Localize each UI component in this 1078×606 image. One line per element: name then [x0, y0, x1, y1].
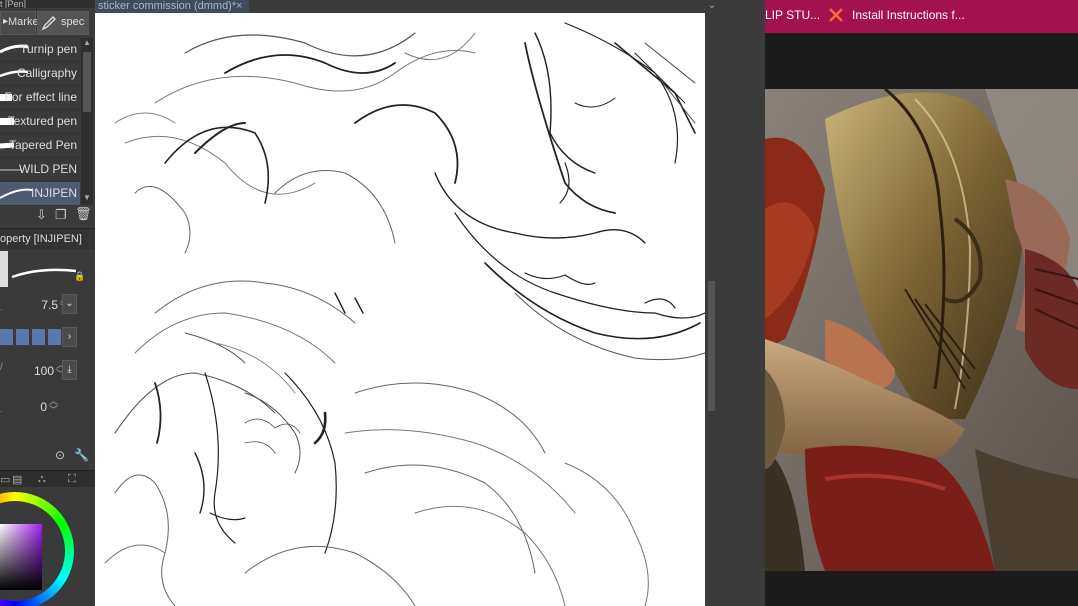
duplicate-icon[interactable]: ❐ — [55, 207, 67, 223]
brush-size-value[interactable]: 7.5 — [41, 298, 58, 312]
tool-property-header: operty [INJIPEN] — [0, 228, 95, 249]
lock-icon[interactable]: 🔒 — [74, 271, 85, 282]
extra-value[interactable]: 0 — [40, 400, 47, 414]
brush-item-calligraphy[interactable]: Calligraphy — [0, 62, 80, 86]
scrollbar-thumb[interactable] — [83, 52, 91, 112]
marker-tab-label: Marke — [8, 16, 39, 28]
canvas-scrollbar-thumb[interactable] — [708, 281, 715, 411]
extra-stepper-icon[interactable]: ︿ ﹀ — [49, 397, 58, 415]
swatch-tab-icon[interactable]: ▤ — [12, 473, 22, 486]
download-icon[interactable]: ⇩ — [36, 207, 47, 223]
drawing-canvas[interactable] — [95, 13, 705, 606]
document-tab[interactable]: sticker commission (dmmd)* × — [95, 0, 249, 13]
brush-preview-stroke — [11, 268, 77, 279]
brush-label: Tapered Pen — [8, 138, 77, 152]
spec-tab-label: spec — [61, 16, 85, 28]
brush-label: WILD PEN — [18, 162, 77, 176]
marker-tab[interactable]: ▸ Marke — [0, 11, 39, 35]
spec-tab[interactable]: spec — [37, 11, 89, 35]
reference-painting — [765, 89, 1078, 571]
extra-value-row[interactable]: . 0 ︿ ﹀ — [0, 394, 80, 420]
brush-list-scrollbar[interactable]: ▲ ▼ — [81, 38, 93, 205]
brush-preview: 🔒 — [0, 251, 95, 287]
brush-item-turnip[interactable]: Turnip pen — [0, 38, 80, 62]
saturation-box[interactable] — [0, 524, 42, 590]
scroll-up-icon: ▲ — [83, 38, 91, 47]
tab-menu-chevron-icon[interactable]: ⌄ — [705, 0, 719, 13]
site-logo-icon — [829, 8, 843, 22]
download-value-icon[interactable]: ⤓ — [62, 360, 77, 380]
sub-tool-panel: t [Pen] ▸ Marke spec Turnip pen Calligra… — [0, 0, 95, 606]
brush-item-textured[interactable]: Textured pen — [0, 110, 80, 134]
close-icon[interactable]: × — [236, 0, 242, 12]
pen-icon — [41, 16, 56, 31]
tool-property-title: operty [INJIPEN] — [0, 233, 82, 245]
sketch-drawing — [104, 22, 705, 606]
history-tab-icon[interactable]: ⛶ — [68, 473, 76, 486]
trash-icon[interactable]: 🗑 — [75, 206, 92, 222]
brush-preview-swatch — [0, 251, 8, 287]
brush-stroke-icon — [0, 188, 33, 199]
brush-item-injipen[interactable]: INJIPEN — [0, 182, 80, 206]
brush-item-effect-line[interactable]: For effect line — [0, 86, 80, 110]
browser-tab-label: Install Instructions f... — [852, 8, 965, 22]
size-dropdown-button[interactable]: ⌄ — [62, 294, 77, 314]
wrench-icon[interactable]: 🔧 — [74, 448, 89, 462]
scroll-down-icon: ▼ — [83, 193, 91, 202]
document-tab-title: sticker commission (dmmd)* — [98, 0, 237, 12]
canvas-vertical-scrollbar[interactable] — [705, 13, 718, 606]
brush-label: Textured pen — [7, 114, 77, 128]
brush-label: INJIPEN — [30, 186, 77, 200]
brush-item-tapered[interactable]: Tapered Pen — [0, 134, 80, 158]
stabilization-blocks[interactable] — [0, 327, 62, 347]
brush-item-wild[interactable]: WILD PEN — [0, 158, 80, 182]
brush-label: Calligraphy — [16, 66, 77, 80]
browser-tab-clip-studio[interactable]: LIP STU... — [765, 0, 821, 33]
color-wheel-panel — [0, 488, 95, 606]
browser-tab-bar: LIP STU... Install Instructions f... — [765, 0, 1078, 33]
reference-image — [765, 89, 1078, 571]
brush-label: For effect line — [4, 90, 77, 104]
browser-tab-install-instructions[interactable]: Install Instructions f... — [825, 0, 1078, 33]
browser-tab-label: LIP STU... — [765, 8, 821, 22]
brush-label: Turnip pen — [20, 42, 77, 56]
color-panel-tabs: ▭ ▤ ⛬ ⛶ — [0, 470, 95, 487]
chevron-right-icon[interactable]: › — [62, 327, 77, 347]
settings-icon[interactable]: ⊙ — [55, 448, 65, 462]
sub-tool-header: t [Pen] — [0, 0, 95, 8]
palette-tab-icon[interactable]: ▭ — [0, 473, 10, 486]
opacity-value[interactable]: 100 — [34, 364, 54, 378]
mix-tab-icon[interactable]: ⛬ — [38, 473, 46, 486]
